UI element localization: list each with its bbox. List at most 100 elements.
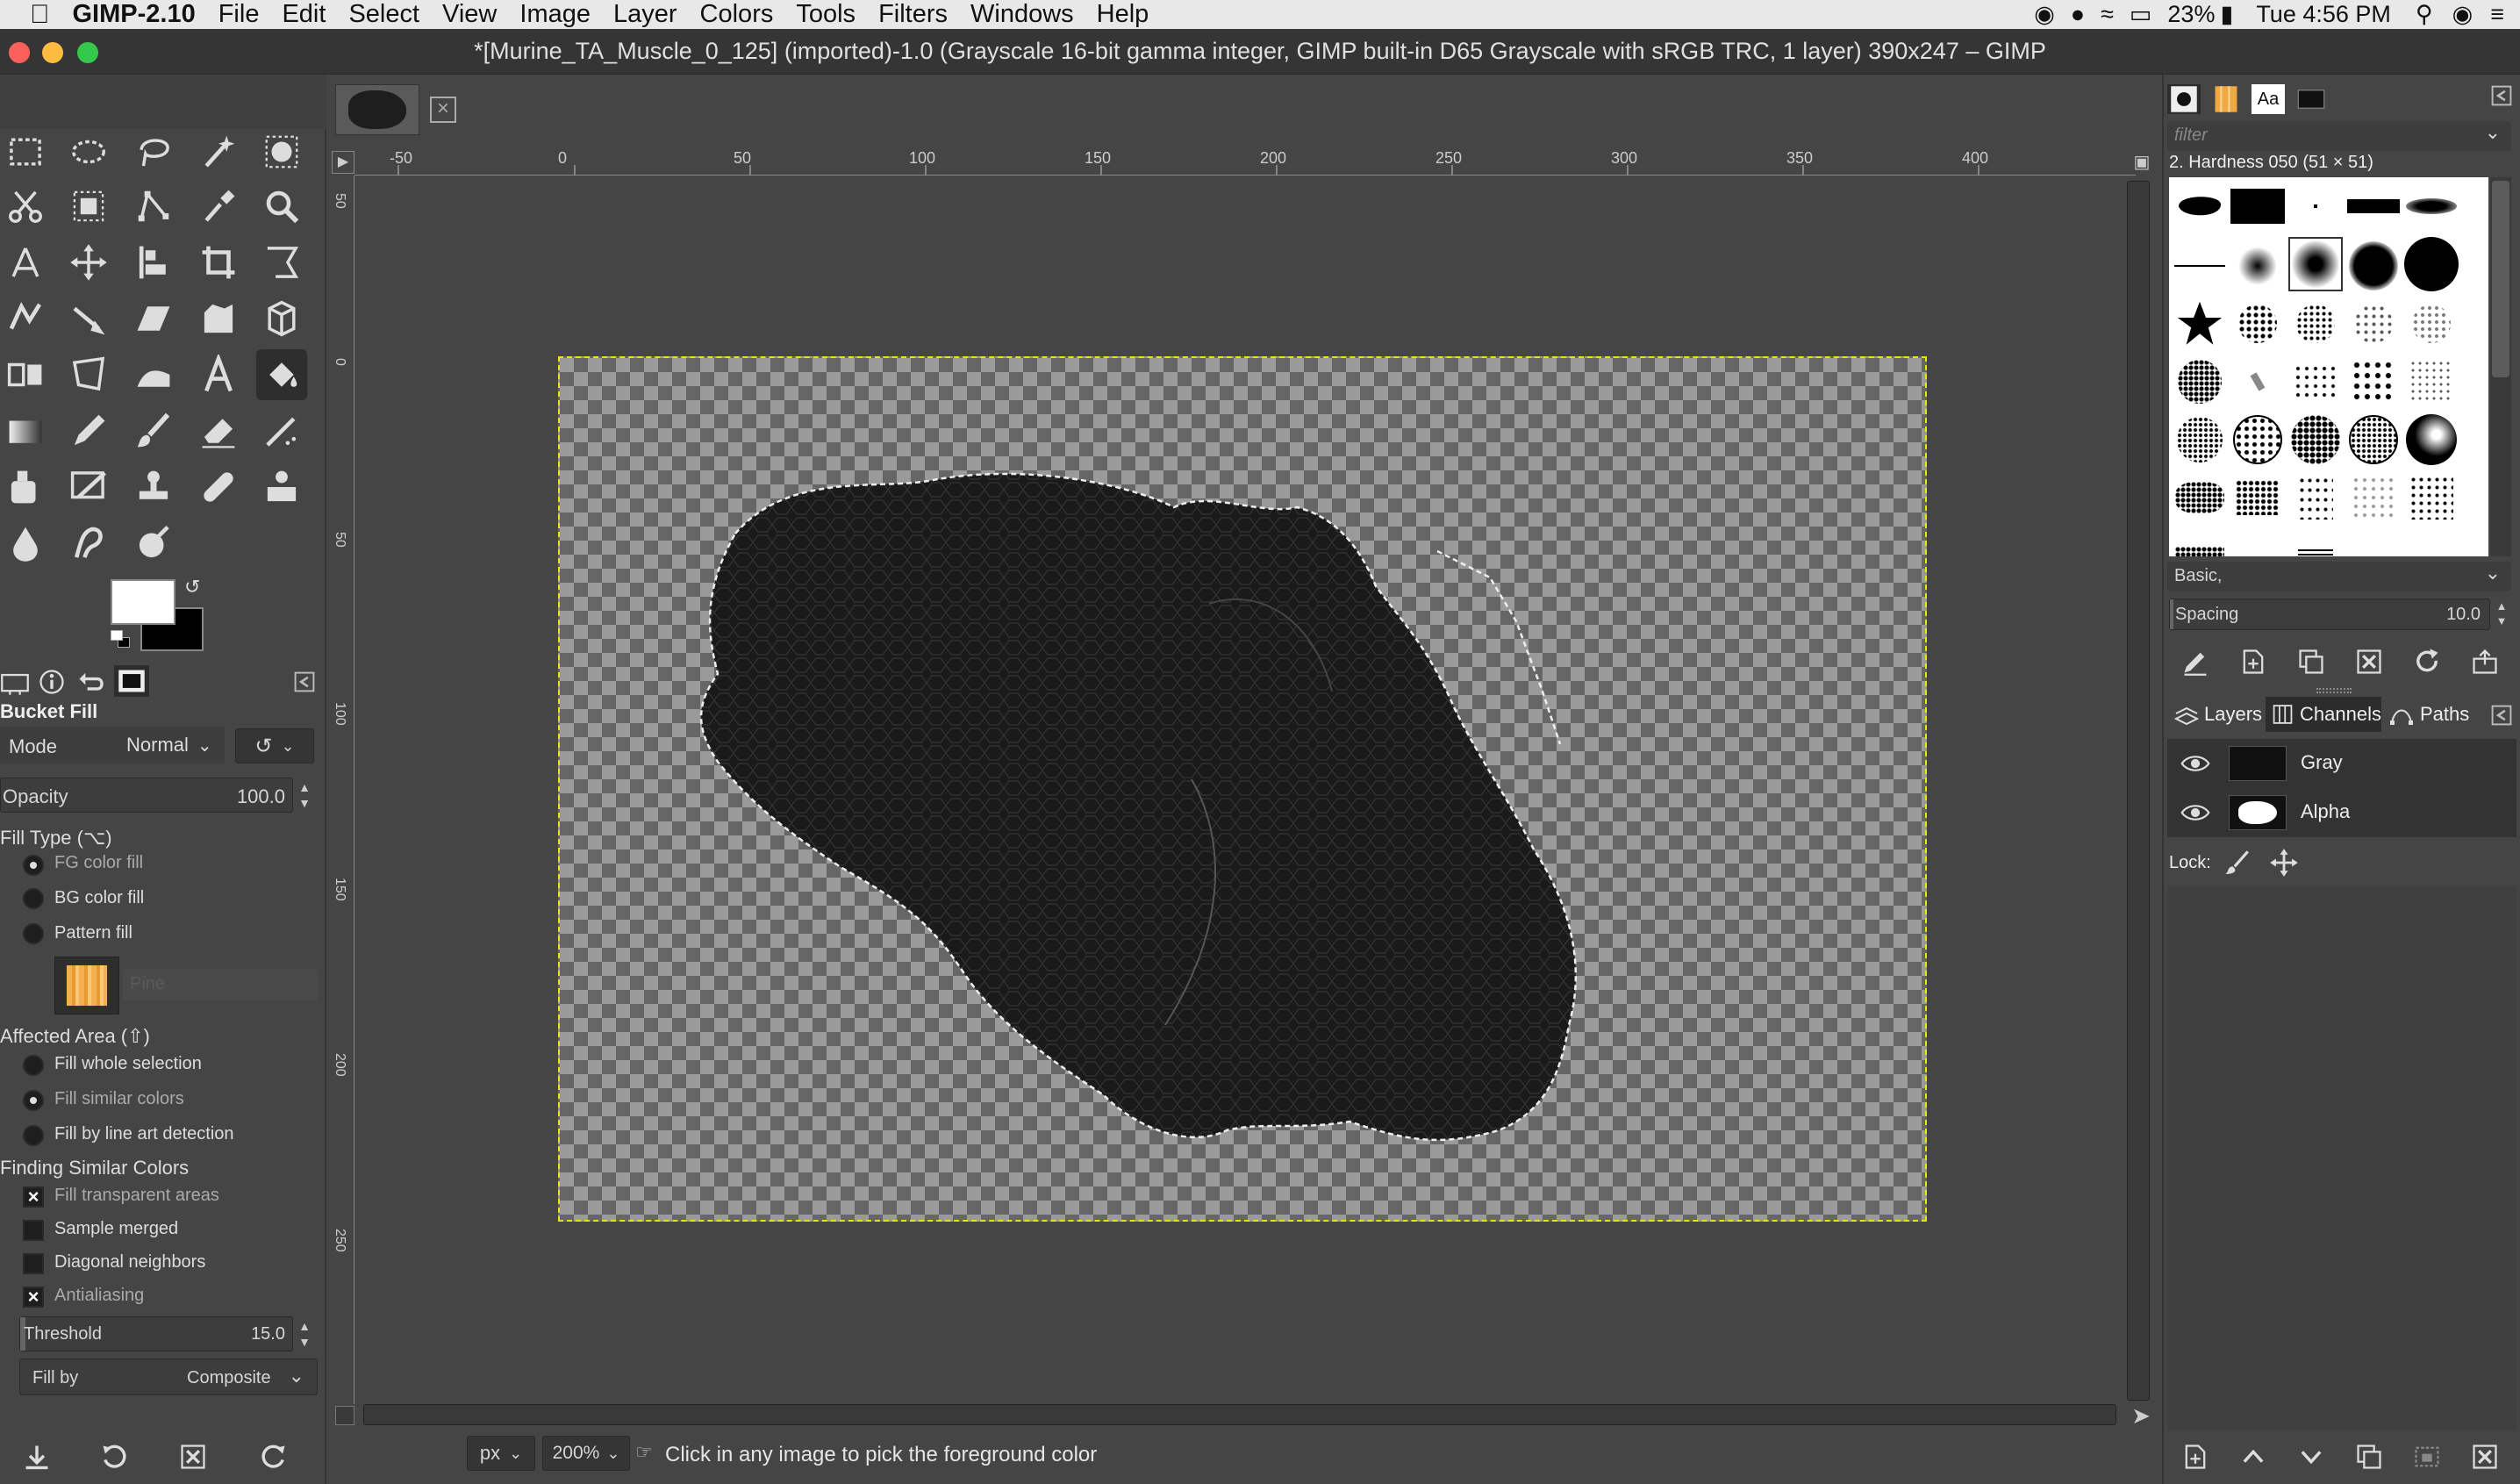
tab-fonts[interactable]: Aa — [2252, 84, 2285, 114]
navigate-menu-button[interactable]: ▶ — [332, 151, 354, 174]
delete-tool-preset-button[interactable] — [175, 1439, 211, 1474]
raise-channel-button[interactable] — [2236, 1439, 2271, 1474]
brush-item[interactable] — [2173, 239, 2227, 293]
smudge-finger-tool[interactable] — [63, 518, 114, 569]
brush-item[interactable] — [2230, 470, 2285, 525]
eraser-tool[interactable] — [193, 405, 244, 456]
brush-item[interactable] — [2288, 528, 2343, 556]
spacing-spin-arrows[interactable]: ▲ ▼ — [2492, 599, 2511, 630]
brush-item[interactable] — [2288, 355, 2343, 409]
menu-select[interactable]: Select — [348, 0, 419, 29]
app-menu[interactable]: GIMP-2.10 — [73, 0, 196, 29]
foreground-select-tool[interactable] — [63, 181, 114, 232]
lock-pixels-button[interactable] — [2223, 848, 2252, 876]
dock-separator[interactable] — [2316, 688, 2352, 693]
brush-item-selected[interactable] — [2288, 237, 2343, 291]
sync-icon[interactable]: ● — [2071, 1, 2085, 28]
threshold-slider[interactable]: Threshold 15.0 — [19, 1316, 293, 1351]
mypaint-brush-tool[interactable] — [63, 462, 114, 513]
channel-visibility-eye-icon[interactable] — [2176, 797, 2215, 828]
channel-visibility-eye-icon[interactable] — [2176, 748, 2215, 779]
tab-images[interactable] — [114, 665, 149, 697]
brush-item[interactable] — [2404, 237, 2459, 291]
tab-brushes[interactable] — [2167, 84, 2201, 114]
zoom-window-button[interactable] — [77, 42, 98, 63]
clock[interactable]: Tue 4:56 PM — [2256, 1, 2391, 28]
move-tool[interactable] — [63, 237, 114, 288]
airplay-icon[interactable]: ▭ — [2130, 1, 2152, 28]
antialiasing-checkbox[interactable]: × — [23, 1287, 44, 1308]
text-tool[interactable] — [193, 349, 244, 400]
brush-item[interactable] — [2288, 179, 2343, 233]
perspective-clone-tool[interactable] — [63, 349, 114, 400]
fill-transparent-label[interactable]: Fill transparent areas — [54, 1186, 219, 1206]
minimize-window-button[interactable] — [42, 42, 63, 63]
brush-item[interactable] — [2173, 179, 2227, 233]
warp-transform-tool[interactable] — [0, 293, 51, 344]
image-tab-thumbnail[interactable] — [335, 84, 419, 135]
blur-sharpen-tool[interactable] — [0, 518, 51, 569]
menu-view[interactable]: View — [442, 0, 497, 29]
spotlight-search-icon[interactable]: ⚲ — [2416, 1, 2433, 28]
brush-item[interactable] — [2230, 412, 2285, 467]
brush-item[interactable] — [2230, 179, 2285, 233]
unit-dropdown[interactable]: px ⌄ — [467, 1436, 535, 1471]
brush-grid[interactable] — [2169, 177, 2488, 556]
tab-channels[interactable]: Channels — [2266, 697, 2381, 732]
handle-transform-tool[interactable] — [63, 293, 114, 344]
brush-item[interactable] — [2230, 355, 2285, 409]
unified-transform-tool[interactable] — [256, 237, 307, 288]
brush-item[interactable] — [2404, 470, 2459, 525]
brush-item[interactable] — [2288, 412, 2343, 467]
vertical-scrollbar[interactable] — [2127, 181, 2150, 1401]
save-tool-preset-button[interactable] — [19, 1439, 54, 1474]
brush-item[interactable] — [2346, 412, 2401, 467]
pattern-name-field[interactable]: Pine — [123, 969, 318, 1000]
brush-item[interactable] — [2173, 297, 2227, 351]
brush-item[interactable] — [2404, 355, 2459, 409]
new-brush-button[interactable] — [2236, 646, 2271, 677]
zoom-fit-button[interactable]: ▣ — [2130, 151, 2153, 174]
menu-windows[interactable]: Windows — [970, 0, 1074, 29]
select-by-color-tool[interactable] — [256, 126, 307, 177]
tab-paths[interactable]: Paths — [2383, 697, 2474, 732]
brush-item[interactable] — [2173, 412, 2227, 467]
opacity-slider[interactable]: Opacity 100.0 — [0, 778, 293, 813]
tab-undo-history[interactable] — [75, 667, 105, 697]
paths-tool[interactable] — [128, 181, 179, 232]
fill-line-art-radio[interactable] — [23, 1125, 44, 1146]
close-image-tab-icon[interactable]: × — [430, 97, 456, 123]
fuzzy-select-tool[interactable] — [193, 126, 244, 177]
fg-color-fill-radio[interactable] — [23, 855, 44, 876]
close-window-button[interactable] — [9, 42, 30, 63]
threshold-spin-arrows[interactable]: ▲ ▼ — [295, 1318, 314, 1351]
navigate-image-icon[interactable]: ➤ — [2129, 1402, 2153, 1429]
menu-layer[interactable]: Layer — [613, 0, 677, 29]
brush-filter-input[interactable]: filter ⌄ — [2167, 121, 2511, 151]
fill-similar-colors-label[interactable]: Fill similar colors — [54, 1089, 184, 1109]
lock-position-button[interactable] — [2269, 848, 2299, 878]
fill-similar-colors-radio[interactable] — [23, 1090, 44, 1111]
menu-filters[interactable]: Filters — [878, 0, 948, 29]
configure-layers-tab-icon[interactable] — [2490, 704, 2513, 727]
notification-center-icon[interactable]: ≡ — [2490, 1, 2504, 28]
menu-file[interactable]: File — [218, 0, 260, 29]
brush-item[interactable] — [2173, 355, 2227, 409]
foreground-color-swatch[interactable] — [111, 579, 175, 625]
diagonal-neighbors-checkbox[interactable] — [23, 1253, 44, 1274]
color-tools[interactable] — [128, 518, 179, 569]
antialiasing-label[interactable]: Antialiasing — [54, 1286, 144, 1306]
paintbrush-tool[interactable] — [128, 405, 179, 456]
apple-icon[interactable]:  — [30, 0, 50, 30]
tab-layers[interactable]: Layers — [2167, 697, 2266, 732]
restore-tool-preset-button[interactable] — [97, 1439, 132, 1474]
wifi-icon[interactable]: ≈ — [2101, 1, 2114, 28]
horizontal-scrollbar[interactable] — [363, 1404, 2116, 1425]
configure-tab-icon[interactable] — [293, 670, 316, 693]
gradient-tool[interactable] — [0, 405, 51, 456]
perspective-tool[interactable] — [256, 293, 307, 344]
sample-merged-label[interactable]: Sample merged — [54, 1219, 178, 1239]
clone-tool[interactable] — [128, 462, 179, 513]
swap-colors-icon[interactable]: ↺ — [184, 576, 200, 599]
pencil-tool[interactable] — [63, 405, 114, 456]
